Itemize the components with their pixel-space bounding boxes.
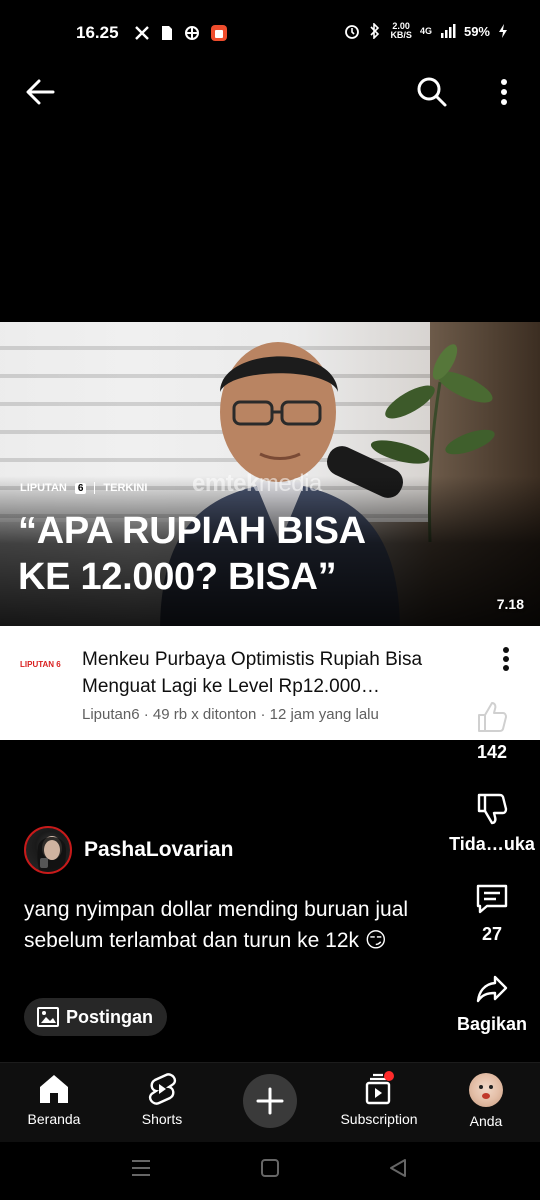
bluetooth-icon [370,23,380,39]
subscriptions-badge [384,1071,394,1081]
video-watermark: emtekmedia [192,470,322,498]
user-avatar-image [479,1085,493,1099]
video-title[interactable]: Menkeu Purbaya Optimistis Rupiah Bisa Me… [82,646,482,700]
like-count: 142 [476,742,508,762]
watermark-part-b: media [258,470,322,497]
net-speed: 2.00 KB/S [390,22,412,40]
video-category: TERKINI [103,482,148,494]
video-channel-tag: LIPUTAN 6 TERKINI [20,482,147,494]
channel-avatar[interactable] [24,826,72,874]
back-system-icon[interactable] [388,1158,408,1178]
x-logo-icon [135,26,149,40]
status-system-icons: 2.00 KB/S 4G 59% [344,22,508,40]
search-icon [417,77,447,107]
nav-shorts-label: Shorts [141,1111,183,1127]
share-button[interactable]: Bagikan [442,972,540,1035]
image-icon [37,1007,59,1027]
nav-you[interactable]: Anda [436,1073,536,1129]
home-icon [40,1075,68,1103]
network-type: 4G [419,26,432,36]
status-notification-icons [134,24,228,42]
status-bar: 16.25 2.00 KB/S 4G 59% [0,0,540,66]
nav-shorts[interactable]: Shorts [112,1073,212,1127]
arrow-left-icon [26,79,55,105]
system-navigation [0,1142,540,1200]
nav-subscriptions[interactable]: Subscription [328,1071,430,1127]
headline-line-1: “APA RUPIAH BISA [18,510,366,552]
comment-icon [476,884,508,914]
more-vert-icon [501,79,507,105]
create-button[interactable] [243,1074,297,1128]
home-system-icon[interactable] [260,1158,280,1178]
post-text: yang nyimpan dollar mending buruan jual … [24,898,409,952]
share-icon [476,975,508,1003]
net-speed-unit: KB/S [390,30,412,40]
nav-you-label: Anda [469,1113,503,1129]
more-options-button[interactable] [484,72,524,112]
signal-icon [440,24,456,38]
post-chip[interactable]: Postingan [24,998,168,1036]
alarm-icon [345,25,360,39]
back-button[interactable] [20,72,60,112]
top-bar [0,66,540,116]
thumbs-up-icon [478,702,507,732]
plus-icon [256,1087,284,1115]
charging-icon [499,24,507,38]
card-more-button[interactable] [502,646,510,677]
video-player[interactable]: emtekmedia LIPUTAN 6 TERKINI “APA RUPIAH… [0,322,540,626]
user-avatar [469,1073,503,1107]
bottom-navigation: Beranda Shorts Subscription Anda [0,1062,540,1142]
pinwheel-icon [185,26,199,40]
post-chip-label: Postingan [66,1006,154,1027]
thumbs-down-icon [477,793,508,825]
headline-line-2: KE 12.000? BISA” [18,556,337,598]
tag-divider [94,482,96,494]
dislike-button[interactable]: Tida…uka [442,792,540,855]
watermark-part-a: emtek [192,470,259,497]
channel-logo: LIPUTAN 6 [20,660,61,669]
channel-name[interactable]: PashaLovarian [84,838,233,862]
nav-home-label: Beranda [27,1111,81,1127]
file-icon [162,26,172,40]
video-headline: “APA RUPIAH BISA KE 12.000? BISA” [18,508,438,600]
nav-subscriptions-label: Subscription [340,1111,418,1127]
battery-percent: 59% [463,23,490,39]
comment-button[interactable]: 27 [442,882,540,945]
nav-home[interactable]: Beranda [4,1073,104,1127]
channel-tag-text: LIPUTAN [20,482,67,494]
like-button[interactable]: 142 [442,700,540,763]
channel-tag-number: 6 [74,482,87,494]
shorts-icon [148,1073,177,1105]
recent-apps-icon[interactable] [131,1158,151,1178]
video-duration: 7.18 [496,596,524,612]
dislike-label: Tida…uka [449,834,535,854]
video-meta: Liputan6 · 49 rb x ditonton · 12 jam yan… [82,706,379,723]
more-vert-icon [503,647,509,671]
comment-count: 27 [481,924,503,944]
share-label: Bagikan [456,1014,528,1034]
search-button[interactable] [412,72,452,112]
shop-icon [211,25,227,41]
channel-avatar-image [37,836,66,872]
status-time: 16.25 [76,23,119,42]
